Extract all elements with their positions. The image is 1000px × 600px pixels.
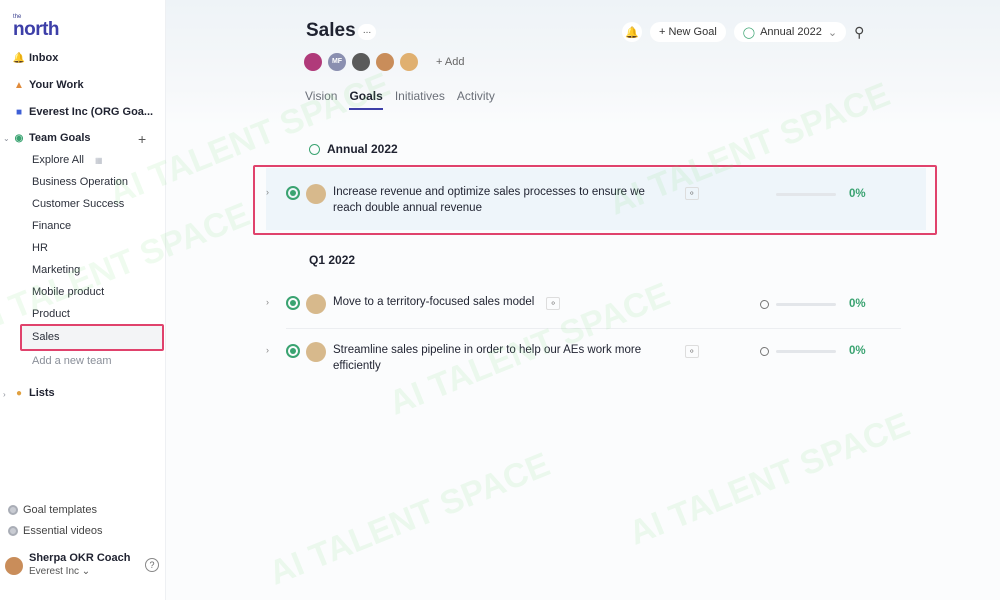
add-team-icon[interactable]: +	[138, 131, 146, 147]
sidebar-item-your-work[interactable]: ▲ Your Work	[13, 79, 84, 91]
search-icon[interactable]: ⚲	[854, 24, 864, 41]
sidebar-item-label: Your Work	[29, 79, 84, 91]
clock-icon	[760, 346, 769, 356]
chevron-right-icon[interactable]: ›	[266, 297, 278, 307]
tab-initiatives[interactable]: Initiatives	[395, 89, 445, 110]
add-member-button[interactable]: + Add	[436, 56, 464, 68]
tab-goals[interactable]: Goals	[349, 89, 383, 110]
logo-text: north	[13, 19, 60, 40]
tab-vision[interactable]: Vision	[305, 89, 337, 110]
avatar[interactable]	[352, 53, 370, 71]
chevron-down-icon[interactable]: ⌄	[3, 134, 10, 143]
user-org: Everest Inc ⌄	[29, 566, 91, 577]
period-selector[interactable]: ◯ Annual 2022 ⌄	[733, 22, 847, 42]
sidebar-item-lists[interactable]: ● Lists	[13, 387, 55, 399]
sidebar-item-inbox[interactable]: 🔔 Inbox	[12, 52, 59, 64]
help-icon[interactable]: ?	[145, 558, 159, 572]
link-icon[interactable]: ⚬	[685, 345, 699, 358]
sidebar-item-label: Lists	[29, 387, 55, 399]
sidebar-item-explore-all[interactable]: Explore All ▦	[32, 154, 103, 166]
goal-title[interactable]: Streamline sales pipeline in order to he…	[333, 342, 673, 374]
goal-title[interactable]: Move to a territory-focused sales model	[333, 294, 534, 310]
lock-icon: ■	[15, 106, 23, 118]
avatar[interactable]	[400, 53, 418, 71]
video-icon	[8, 526, 18, 536]
sidebar-item-org[interactable]: ■ Everest Inc (ORG Goa...	[13, 106, 153, 118]
row-divider	[286, 328, 901, 329]
main-content: Sales ... MF + Add Vision Goals Initiati…	[166, 0, 1000, 600]
sidebar-item-finance[interactable]: Finance	[32, 220, 71, 232]
header-background	[166, 0, 1000, 125]
page-title: Sales	[306, 20, 356, 41]
progress-percent: 0%	[849, 345, 866, 357]
clock-icon	[309, 143, 320, 155]
user-menu[interactable]: Sherpa OKR Coach Everest Inc ⌄	[5, 552, 130, 579]
link-icon[interactable]: ⚬	[546, 297, 560, 310]
header-actions: 🔔 + New Goal ◯ Annual 2022 ⌄ ⚲	[622, 22, 864, 42]
goal-progress: 0%	[760, 345, 866, 357]
section-label: Q1 2022	[309, 253, 356, 267]
more-options-button[interactable]: ...	[358, 24, 376, 40]
sidebar-item-product[interactable]: Product	[32, 308, 70, 320]
sidebar-item-label: Everest Inc (ORG Goa...	[29, 106, 154, 118]
chevron-down-icon: ⌄	[827, 26, 838, 39]
goal-templates-label: Goal templates	[23, 504, 97, 516]
avatar	[306, 342, 326, 362]
essential-videos-link[interactable]: Essential videos	[8, 525, 103, 537]
member-avatars: MF + Add	[304, 53, 464, 71]
template-icon	[8, 505, 18, 515]
sidebar-item-team-goals[interactable]: ◉ Team Goals	[13, 132, 91, 144]
list-icon: ●	[15, 387, 23, 399]
section-label: Annual 2022	[327, 142, 398, 156]
section-q1-2022: Q1 2022	[309, 253, 355, 267]
chevron-right-icon[interactable]: ›	[266, 345, 278, 355]
progress-bar	[776, 349, 836, 353]
progress-percent: 0%	[849, 298, 866, 310]
sidebar-item-marketing[interactable]: Marketing	[32, 264, 80, 276]
sidebar-item-business-operation[interactable]: Business Operation	[32, 176, 128, 188]
bell-icon: 🔔	[12, 52, 26, 64]
bell-icon[interactable]: 🔔	[622, 22, 642, 42]
add-team-link[interactable]: Add a new team	[32, 355, 112, 367]
target-icon	[286, 296, 300, 310]
user-name: Sherpa OKR Coach	[29, 552, 131, 564]
tab-bar: Vision Goals Initiatives Activity	[305, 89, 507, 110]
sidebar-item-sales[interactable]: Sales	[32, 331, 60, 343]
highlight-box	[253, 165, 937, 235]
sidebar-item-hr[interactable]: HR	[32, 242, 48, 254]
sidebar-item-label: Team Goals	[29, 132, 91, 144]
avatar	[5, 556, 23, 575]
avatar[interactable]: MF	[328, 53, 346, 71]
goal-templates-link[interactable]: Goal templates	[8, 504, 97, 516]
chevron-right-icon[interactable]: ›	[3, 390, 6, 399]
sidebar-item-label: Inbox	[29, 52, 59, 64]
avatar	[306, 294, 326, 314]
avatar[interactable]	[376, 53, 394, 71]
sidebar-item-customer-success[interactable]: Customer Success	[32, 198, 124, 210]
sidebar-item-mobile-product[interactable]: Mobile product	[32, 286, 104, 298]
progress-bar	[776, 302, 836, 306]
sidebar-item-label: Explore All	[32, 154, 84, 166]
clock-icon	[760, 299, 769, 309]
north-logo[interactable]: the north	[13, 14, 60, 40]
essential-videos-label: Essential videos	[23, 525, 103, 537]
new-goal-button[interactable]: + New Goal	[650, 22, 726, 42]
avatar[interactable]	[304, 53, 322, 71]
clock-icon: ◯	[742, 26, 756, 39]
section-annual-2022: Annual 2022	[309, 142, 398, 156]
grid-icon: ▦	[95, 156, 103, 165]
home-icon: ▲	[14, 79, 24, 91]
target-icon: ◉	[14, 132, 24, 144]
goal-progress: 0%	[760, 298, 866, 310]
period-label: Annual 2022	[760, 26, 822, 38]
sidebar: the north 🔔 Inbox ▲ Your Work ■ Everest …	[0, 0, 166, 600]
tab-activity[interactable]: Activity	[457, 89, 495, 110]
target-icon	[286, 344, 300, 358]
